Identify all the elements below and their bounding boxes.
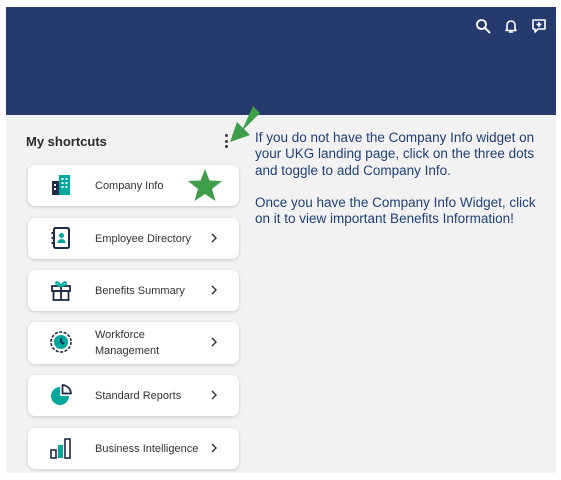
pie-chart-icon — [51, 384, 72, 405]
contact-book-icon — [51, 227, 70, 249]
top-header-bar — [6, 7, 556, 115]
instruction-text: If you do not have the Company Info widg… — [255, 130, 550, 227]
instruction-paragraph-2: Once you have the Company Info Widget, c… — [255, 194, 536, 227]
shortcut-business-intelligence[interactable]: Business Intelligence — [28, 428, 239, 469]
shortcut-label: Workforce Management — [95, 329, 160, 357]
shortcut-employee-directory[interactable]: Employee Directory — [28, 218, 239, 259]
shortcut-benefits-summary[interactable]: Benefits Summary — [28, 270, 239, 311]
clock-icon — [50, 331, 72, 353]
bar-chart-icon — [50, 438, 71, 459]
chevron-right-icon — [211, 285, 217, 295]
shortcut-label: Standard Reports — [95, 389, 182, 402]
chevron-right-icon — [211, 443, 217, 453]
chevron-right-icon — [211, 337, 217, 347]
shortcut-workforce-management[interactable]: Workforce Management — [28, 322, 239, 364]
add-comment-icon[interactable] — [530, 17, 548, 35]
search-icon[interactable] — [474, 17, 492, 35]
chevron-right-icon — [211, 390, 217, 400]
shortcut-label: Business Intelligence — [95, 442, 199, 455]
shortcuts-title: My shortcuts — [26, 134, 107, 149]
instruction-paragraph-1: If you do not have the Company Info widg… — [255, 130, 535, 178]
shortcut-label: Benefits Summary — [95, 284, 185, 297]
building-icon — [52, 175, 70, 195]
chevron-right-icon — [211, 233, 217, 243]
gift-icon — [51, 281, 71, 301]
bell-icon[interactable] — [502, 17, 520, 35]
shortcut-label: Employee Directory — [95, 232, 191, 245]
green-star-icon — [188, 169, 222, 201]
shortcut-standard-reports[interactable]: Standard Reports — [28, 375, 239, 416]
header-actions — [474, 17, 548, 35]
